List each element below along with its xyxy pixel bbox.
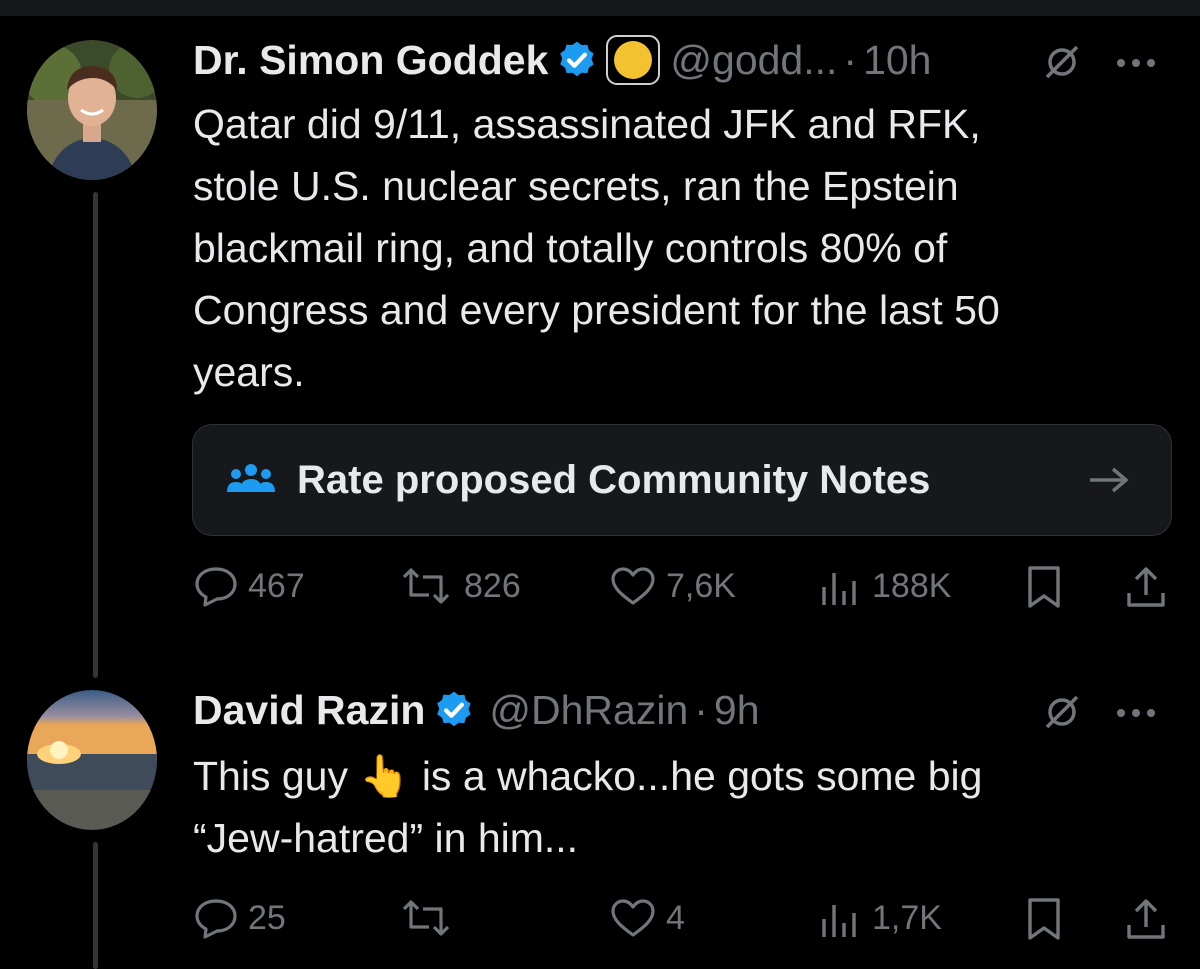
more-icon[interactable]: [1116, 56, 1156, 74]
like-count: 7,6K: [666, 566, 736, 605]
reply-icon: [195, 899, 237, 939]
separator-dot: ·: [843, 36, 858, 83]
views-count: 188K: [872, 566, 952, 605]
top-bar: [0, 0, 1200, 16]
author-handle[interactable]: @godd...: [670, 37, 837, 84]
community-notes-button[interactable]: Rate proposed Community Notes: [192, 424, 1172, 536]
like-button[interactable]: 7,6K: [610, 565, 736, 607]
tweet-text-line: “Jew-hatred” in him...: [193, 815, 579, 861]
tweet-text-line: stole U.S. nuclear secrets, ran the Epst…: [193, 163, 959, 209]
gold-circle-icon: [606, 35, 661, 85]
verified-badge-icon[interactable]: [556, 39, 598, 81]
tweet2-top-right: [1042, 692, 1156, 737]
tweet-text-line: Qatar did 9/11, assassinated JFK and RFK…: [193, 101, 981, 147]
repost-button[interactable]: [398, 897, 464, 939]
grok-icon[interactable]: [1042, 42, 1082, 87]
views-button[interactable]: 188K: [818, 565, 951, 607]
share-icon: [1127, 899, 1165, 939]
thread-connector: [93, 192, 98, 678]
community-notes-label: Rate proposed Community Notes: [297, 457, 931, 502]
avatar-david-razin[interactable]: [27, 690, 157, 830]
share-icon: [1127, 567, 1165, 607]
pointing-up-emoji: 👆: [359, 752, 411, 800]
like-button[interactable]: 4: [610, 897, 685, 939]
share-button[interactable]: [1124, 897, 1168, 941]
tweet-text-line: blackmail ring, and totally controls 80%…: [193, 225, 948, 271]
views-count: 1,7K: [872, 898, 942, 937]
share-button[interactable]: [1124, 565, 1168, 609]
like-icon: [611, 567, 655, 605]
tweet-text-line: years.: [193, 349, 305, 395]
arrow-right-icon: [1087, 465, 1131, 495]
reply-button[interactable]: 467: [194, 565, 305, 607]
bookmark-button[interactable]: [1026, 565, 1062, 609]
grok-icon[interactable]: [1042, 692, 1082, 737]
views-icon: [822, 905, 856, 937]
more-icon[interactable]: [1116, 706, 1156, 724]
author-name[interactable]: Dr. Simon Goddek: [193, 37, 548, 84]
tweet1-top-right: [1042, 42, 1156, 87]
author-name[interactable]: David Razin: [193, 687, 425, 734]
like-count: 4: [666, 898, 685, 937]
repost-icon: [402, 568, 450, 604]
like-icon: [611, 899, 655, 937]
separator-dot: ·: [694, 686, 708, 733]
bookmark-button[interactable]: [1026, 897, 1062, 941]
repost-button[interactable]: 826: [398, 565, 521, 607]
bookmark-icon: [1028, 898, 1060, 940]
views-button[interactable]: 1,7K: [818, 897, 942, 939]
community-notes-icon: [227, 460, 275, 500]
tweet2-text: This guy 👆 is a whacko...he gots some bi…: [193, 745, 982, 869]
tweet-text-line: This guy 👆 is a whacko...he gots some bi…: [193, 745, 982, 807]
bookmark-icon: [1028, 566, 1060, 608]
reply-icon: [195, 567, 237, 607]
author-handle[interactable]: @DhRazin: [489, 687, 688, 734]
tweet-text-line: Congress and every president for the las…: [193, 287, 1000, 333]
repost-count: 826: [464, 566, 521, 605]
reply-count: 25: [248, 898, 286, 937]
tweet-text-segment: is a whacko...he gots some big: [421, 753, 983, 799]
tweet1-header: Dr. Simon Goddek @godd... · 10h: [193, 30, 931, 90]
verified-badge-icon[interactable]: [433, 689, 475, 731]
views-icon: [822, 573, 856, 605]
tweet1-text: Qatar did 9/11, assassinated JFK and RFK…: [193, 93, 1000, 403]
timestamp[interactable]: 10h: [863, 37, 931, 84]
repost-icon: [402, 900, 450, 936]
thread-connector: [93, 842, 98, 969]
avatar-simon-goddek[interactable]: [27, 40, 157, 180]
reply-count: 467: [248, 566, 305, 605]
reply-button[interactable]: 25: [194, 897, 286, 939]
tweet2-header: David Razin @DhRazin · 9h: [193, 680, 760, 740]
timestamp[interactable]: 9h: [714, 687, 760, 734]
tweet-text-segment: This guy: [193, 753, 348, 799]
